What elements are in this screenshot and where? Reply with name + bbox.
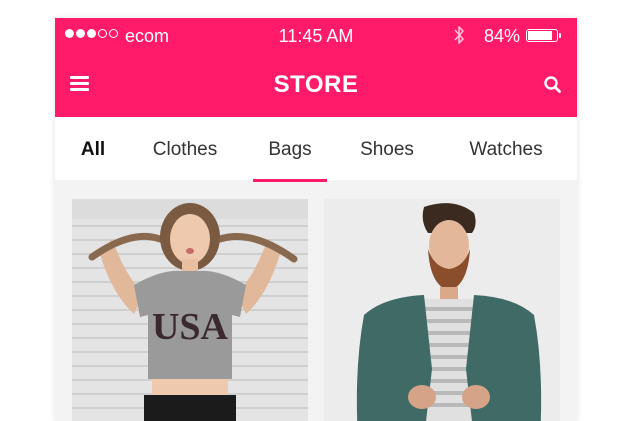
phone-screen: ecom 11:45 AM 84% STORE All Clothes Bags… bbox=[55, 18, 577, 421]
tab-bags[interactable]: Bags bbox=[253, 117, 327, 180]
page-title: STORE bbox=[273, 71, 359, 98]
tab-all[interactable]: All bbox=[69, 117, 117, 180]
svg-text:USA: USA bbox=[152, 306, 229, 348]
product-card[interactable]: USA bbox=[72, 199, 308, 421]
app-header: ecom 11:45 AM 84% STORE bbox=[55, 18, 577, 117]
product-card[interactable] bbox=[324, 199, 560, 421]
tab-clothes[interactable]: Clothes bbox=[143, 117, 227, 180]
status-bar: ecom 11:45 AM 84% bbox=[55, 18, 577, 54]
battery-level bbox=[528, 31, 552, 40]
search-icon[interactable] bbox=[543, 75, 563, 95]
bluetooth-icon bbox=[454, 26, 464, 44]
battery-icon bbox=[526, 29, 558, 42]
category-tabs: All Clothes Bags Shoes Watches bbox=[55, 117, 577, 180]
app-bar: STORE bbox=[55, 54, 577, 117]
tab-shoes[interactable]: Shoes bbox=[352, 117, 422, 180]
tab-watches[interactable]: Watches bbox=[458, 117, 554, 180]
active-tab-indicator bbox=[253, 179, 327, 182]
battery-tip bbox=[559, 33, 561, 38]
battery-percent: 84% bbox=[484, 26, 521, 46]
product-photo: USA bbox=[72, 199, 308, 421]
product-photo bbox=[324, 199, 560, 421]
